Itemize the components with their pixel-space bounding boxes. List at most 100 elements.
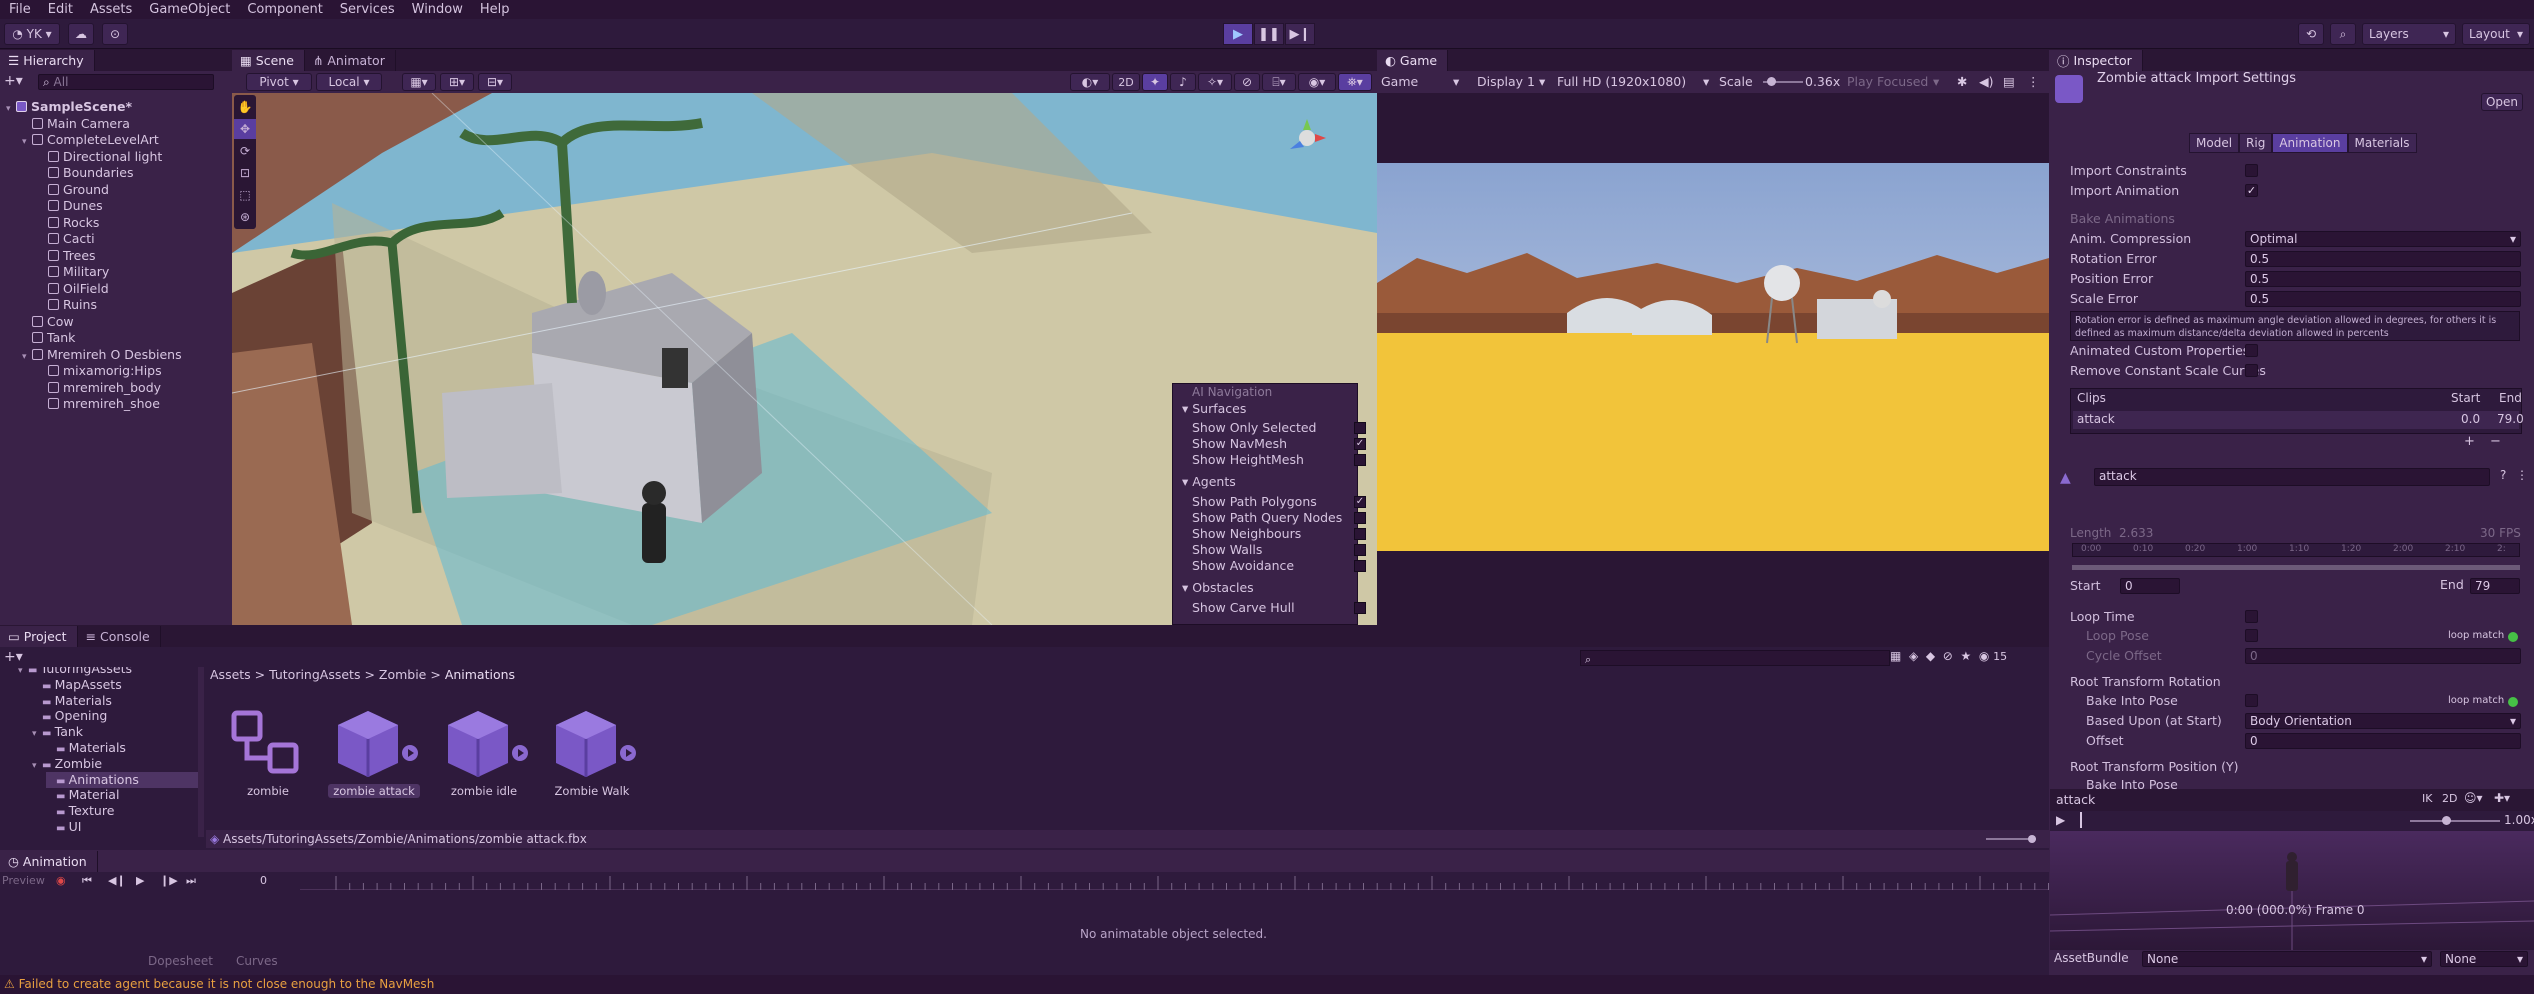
last-key-button[interactable]: ⏭ [186, 872, 196, 890]
show-carve-hull-checkbox[interactable] [1354, 602, 1366, 614]
gizmos-icon[interactable]: ◉▾ [1298, 73, 1336, 91]
breadcrumb-zombie[interactable]: Zombie [379, 667, 427, 682]
tab-inspector[interactable]: ⓘ Inspector [2049, 50, 2143, 71]
based-upon-dropdown[interactable]: Body Orientation ▾ [2245, 713, 2521, 729]
hierarchy-item[interactable]: Rocks [38, 215, 99, 231]
display-dropdown[interactable]: Display 1 ▾ [1477, 71, 1545, 93]
folder-item[interactable]: ▾ ▬ Tank [32, 724, 83, 740]
grid-snap-icon[interactable]: ▦▾ [402, 73, 436, 91]
fold-arrow-icon[interactable]: ▾ [6, 101, 16, 117]
clip-name-input[interactable]: attack [2094, 468, 2490, 486]
icon-size-handle[interactable] [2028, 835, 2036, 843]
resolution-dropdown[interactable]: Full HD (1920x1080) [1557, 71, 1686, 93]
open-button[interactable]: Open [2481, 93, 2523, 111]
folder-item[interactable]: ▬ UI [46, 819, 81, 835]
hierarchy-item[interactable]: Tank [22, 330, 75, 346]
hierarchy-item[interactable]: mremireh_shoe [38, 396, 160, 412]
fold-arrow-icon[interactable]: ▾ [32, 726, 42, 742]
bug-icon[interactable]: ✱ [1957, 71, 1967, 93]
preview-speed-slider[interactable] [2410, 820, 2500, 822]
play-button[interactable]: ▶ [1223, 23, 1253, 45]
folder-item[interactable]: ▾ ▬ TutoringAssets [18, 667, 132, 677]
scale-tool-icon[interactable]: ⊡ [234, 163, 256, 183]
search-icon[interactable]: ⌕ [2330, 23, 2356, 45]
pause-button[interactable]: ❚❚ [1254, 23, 1284, 45]
breadcrumb-animations[interactable]: Animations [445, 667, 515, 682]
show-navmesh-checkbox[interactable]: ✓ [1354, 438, 1366, 450]
collab-icon[interactable]: ⊙ [102, 23, 128, 45]
menu-help[interactable]: Help [471, 2, 518, 17]
fold-arrow-icon[interactable]: ▾ [32, 758, 42, 774]
scale-slider-handle[interactable] [1767, 77, 1776, 86]
favorite-icon[interactable]: ★ [1960, 649, 1971, 663]
folder-item[interactable]: ▾ ▬ Zombie [32, 756, 102, 772]
preview-timeline-cursor[interactable] [2080, 812, 2082, 828]
rect-tool-icon[interactable]: ⬚ [234, 185, 256, 205]
menu-services[interactable]: Services [331, 2, 403, 17]
preview-speed-handle[interactable] [2442, 816, 2451, 825]
hierarchy-item[interactable]: Ruins [38, 297, 97, 313]
show-walls-checkbox[interactable] [1354, 544, 1366, 556]
first-key-button[interactable]: ⏮ [82, 872, 92, 890]
hierarchy-item[interactable]: Dunes [38, 198, 103, 214]
remove-clip-button[interactable]: − [2490, 434, 2501, 449]
tab-model[interactable]: Model [2189, 133, 2240, 153]
scale-error-input[interactable]: 0.5 [2245, 291, 2521, 307]
folder-item[interactable]: ▬ Material [46, 787, 119, 803]
hierarchy-item[interactable]: ▾ CompleteLevelArt [22, 132, 159, 148]
bake-into-pose-checkbox[interactable] [2245, 694, 2258, 707]
hierarchy-item[interactable]: Cacti [38, 231, 95, 247]
asset-zombie-idle[interactable]: zombie idle [438, 705, 530, 805]
menu-edit[interactable]: Edit [39, 2, 81, 17]
hidden-objects-icon[interactable]: ⊘ [1234, 73, 1260, 91]
clip-timeline[interactable]: 0:00 0:10 0:20 1:00 1:10 1:20 2:00 2:10 … [2072, 543, 2520, 557]
lighting-icon[interactable]: ✦ [1142, 73, 1168, 91]
hand-tool-icon[interactable]: ✋ [234, 97, 256, 117]
fold-arrow-icon[interactable]: ▾ [18, 667, 28, 679]
hierarchy-item[interactable]: OilField [38, 281, 109, 297]
menu-window[interactable]: Window [403, 2, 471, 17]
add-clip-button[interactable]: + [2464, 434, 2475, 449]
position-error-input[interactable]: 0.5 [2245, 271, 2521, 287]
tab-project[interactable]: ▭ Project [0, 626, 78, 647]
fold-arrow-icon[interactable]: ▾ [22, 134, 32, 150]
folder-item[interactable]: ▬ Materials [32, 693, 112, 709]
import-animation-checkbox[interactable]: ✓ [2245, 184, 2258, 197]
hierarchy-item[interactable]: Trees [38, 248, 96, 264]
folder-tree-scrollbar[interactable] [198, 667, 204, 837]
import-constraints-checkbox[interactable] [2245, 164, 2258, 177]
dopesheet-tab[interactable]: Dopesheet [148, 954, 213, 968]
history-icon[interactable]: ⟲ [2298, 23, 2324, 45]
pivot-dropdown[interactable]: Pivot ▾ [246, 73, 312, 91]
rotation-error-input[interactable]: 0.5 [2245, 251, 2521, 267]
snap-increment-icon[interactable]: ⊞▾ [440, 73, 474, 91]
mute-icon[interactable]: ◀) [1979, 71, 1994, 93]
tab-animation[interactable]: Animation [2272, 133, 2348, 153]
anim-play-button[interactable]: ▶ [136, 872, 144, 890]
filter-lock-icon[interactable]: ⊘ [1943, 649, 1953, 663]
clip-range-bar[interactable] [2072, 565, 2520, 570]
play-focused-dropdown[interactable]: Play Focused [1847, 71, 1928, 93]
filter-tag-icon[interactable]: ◆ [1926, 649, 1935, 663]
record-button[interactable]: ◉ [56, 872, 66, 890]
folder-item[interactable]: ▬ Materials [46, 740, 126, 756]
preview-ik-button[interactable]: IK [2422, 792, 2432, 805]
transform-tool-icon[interactable]: ⊛ [234, 207, 256, 227]
show-avoidance-checkbox[interactable] [1354, 560, 1366, 572]
ai-nav-surfaces-header[interactable]: ▾ Surfaces [1182, 401, 1246, 417]
help-icon[interactable]: ? [2500, 468, 2506, 482]
avatar-icon[interactable]: ☺▾ [2464, 791, 2483, 805]
tab-animator[interactable]: ⋔ Animator [305, 50, 396, 71]
status-message[interactable]: Failed to create agent because it is not… [19, 977, 435, 991]
mode-2d-button[interactable]: 2D [1112, 73, 1140, 91]
prev-key-button[interactable]: ◀❙ [108, 872, 126, 890]
show-path-query-nodes-checkbox[interactable] [1354, 512, 1366, 524]
curves-tab[interactable]: Curves [236, 954, 278, 968]
filter-label-icon[interactable]: ◈ [1909, 649, 1918, 663]
assetbundle-variant-dropdown[interactable]: None ▾ [2440, 951, 2528, 967]
hierarchy-item[interactable]: ▾ SampleScene* [6, 99, 132, 115]
add-icon[interactable]: +▾ [4, 73, 23, 89]
next-key-button[interactable]: ❙▶ [160, 872, 178, 890]
add-icon[interactable]: +▾ [4, 649, 23, 665]
preview-toggle[interactable]: Preview [2, 872, 45, 890]
